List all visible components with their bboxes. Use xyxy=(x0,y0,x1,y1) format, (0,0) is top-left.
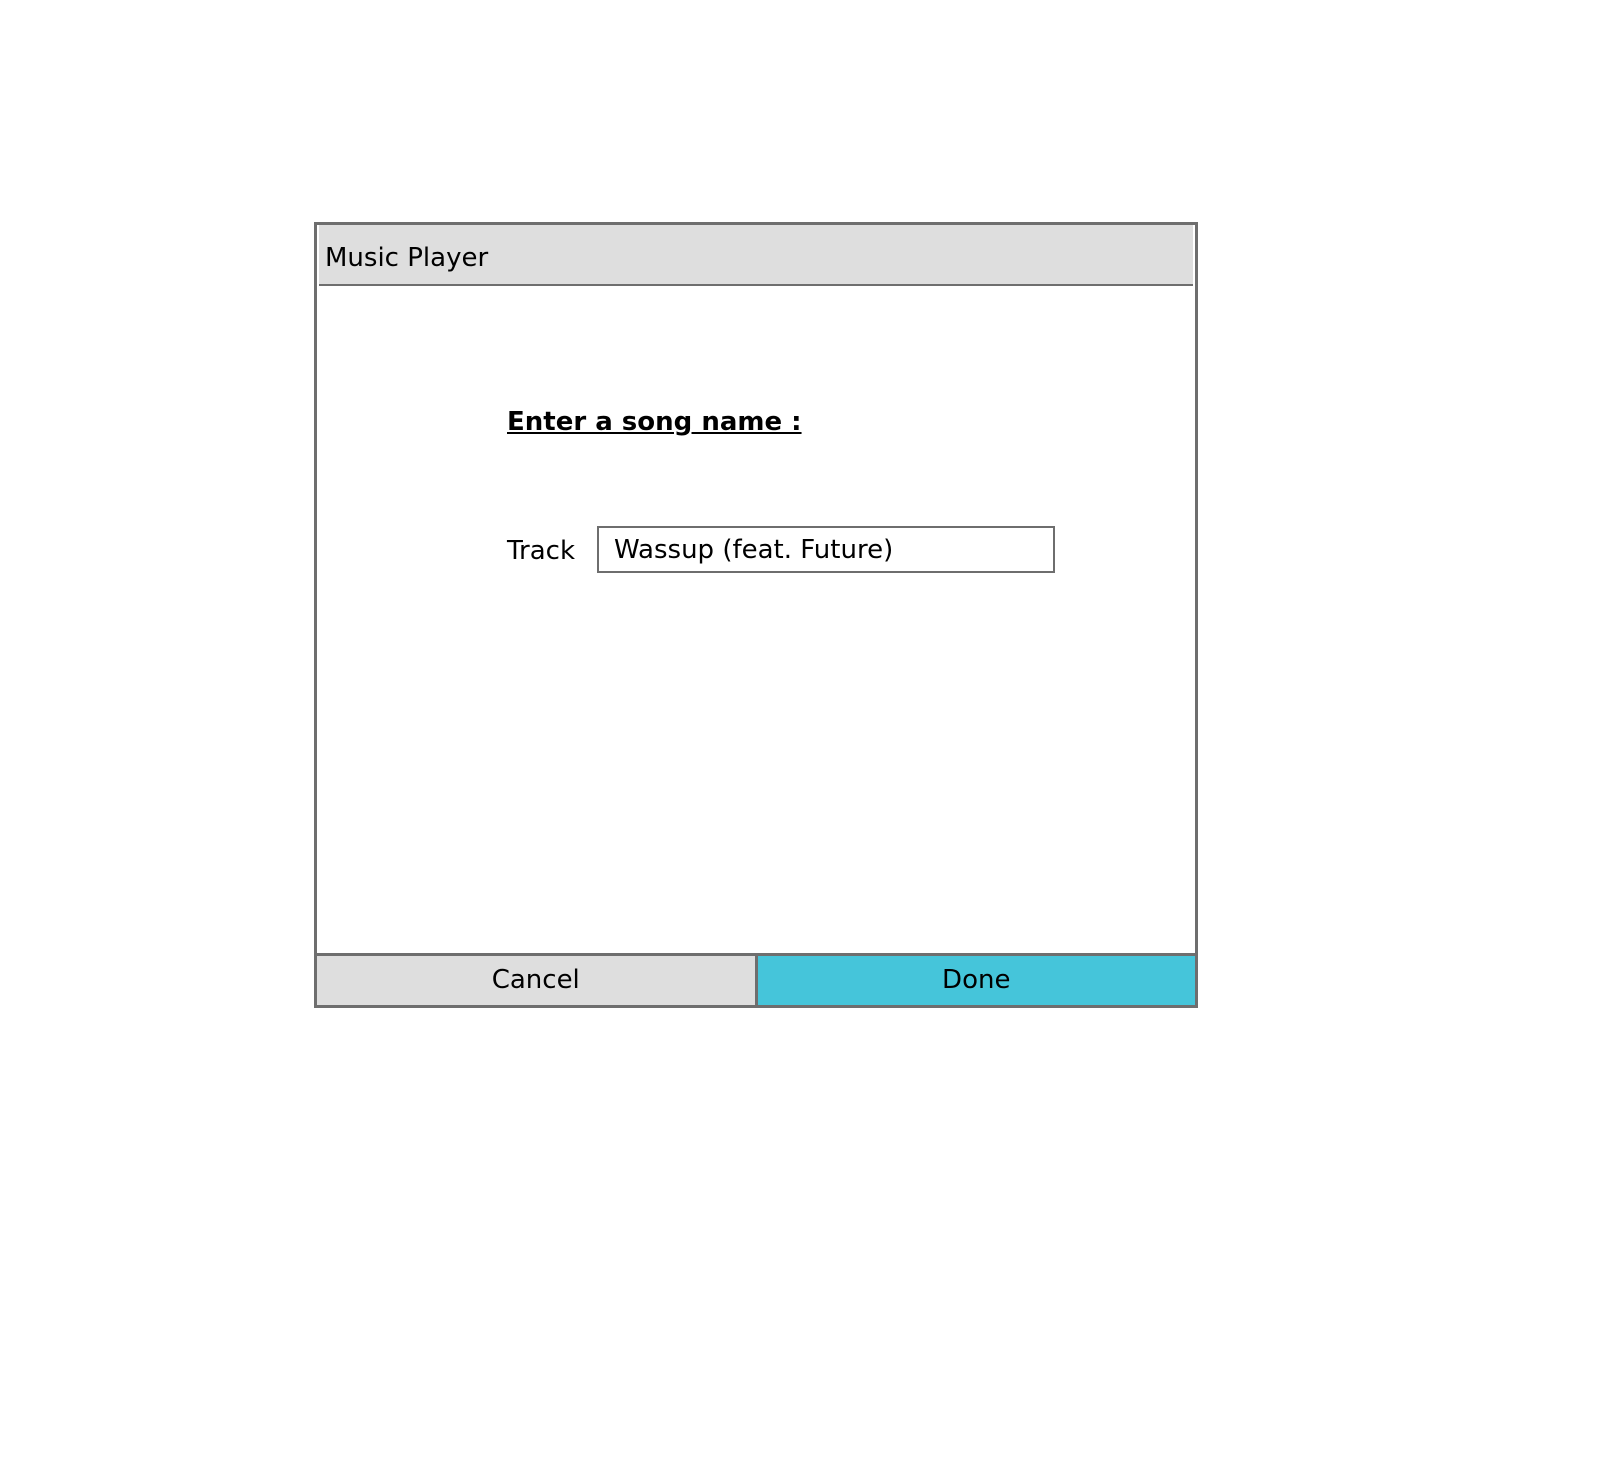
cancel-button[interactable]: Cancel xyxy=(317,956,758,1005)
music-player-dialog: Music Player Enter a song name : Track C… xyxy=(314,222,1198,1008)
track-label: Track xyxy=(507,536,576,566)
title-bar: Music Player xyxy=(319,225,1193,286)
track-input[interactable] xyxy=(597,526,1055,573)
done-button[interactable]: Done xyxy=(757,956,1195,1005)
dialog-button-row: Cancel Done xyxy=(317,953,1195,1005)
window-title: Music Player xyxy=(325,243,489,273)
song-name-prompt: Enter a song name : xyxy=(507,407,802,437)
